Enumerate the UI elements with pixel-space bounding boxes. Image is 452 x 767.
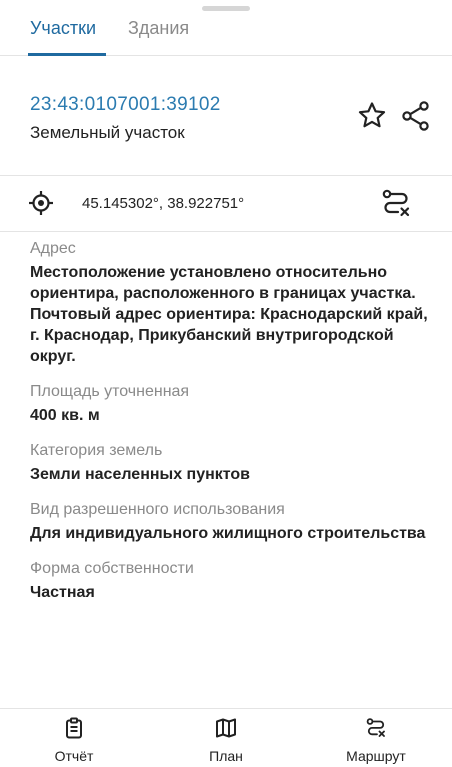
route-icon[interactable]	[380, 187, 412, 219]
report-button[interactable]: Отчёт	[14, 717, 134, 764]
route-icon	[366, 718, 385, 737]
property-list: Адрес Местоположение установлено относит…	[30, 238, 430, 617]
cadastral-number[interactable]: 23:43:0107001:39102	[30, 94, 221, 116]
star-icon[interactable]	[356, 100, 388, 132]
coordinates-text[interactable]: 45.145302°, 38.922751°	[82, 195, 244, 212]
tab-bar: Участки Здания	[0, 0, 452, 56]
clipboard-icon	[66, 717, 82, 739]
report-button-label: Отчёт	[54, 748, 94, 764]
parcel-type: Земельный участок	[30, 123, 185, 142]
share-icon[interactable]	[400, 100, 432, 132]
property-label: Категория земель	[30, 442, 163, 459]
coordinates-row: 45.145302°, 38.922751°	[0, 176, 452, 232]
tab-buildings[interactable]: Здания	[128, 18, 189, 39]
property-label: Адрес	[30, 240, 76, 257]
plan-button[interactable]: План	[166, 717, 286, 764]
property-value: Местоположение установлено относительно …	[30, 264, 428, 365]
property-land-category: Категория земель Земли населенных пункто…	[30, 440, 430, 485]
location-target-icon[interactable]	[28, 190, 54, 216]
property-label: Вид разрешенного использования	[30, 501, 285, 518]
property-value: Для индивидуального жилищного строительс…	[30, 525, 426, 542]
property-permitted-use: Вид разрешенного использования Для индив…	[30, 499, 430, 544]
parcel-header: 23:43:0107001:39102 Земельный участок	[0, 56, 452, 176]
property-label: Площадь уточненная	[30, 383, 190, 400]
property-area: Площадь уточненная 400 кв. м	[30, 381, 430, 426]
property-value: Частная	[30, 584, 95, 601]
property-label: Форма собственности	[30, 560, 194, 577]
property-value: 400 кв. м	[30, 407, 100, 424]
bottom-action-bar: Отчёт План Маршрут	[0, 708, 452, 767]
property-ownership: Форма собственности Частная	[30, 558, 430, 603]
property-address: Адрес Местоположение установлено относит…	[30, 238, 430, 367]
tab-parcels[interactable]: Участки	[30, 18, 96, 39]
plan-button-label: План	[209, 748, 243, 764]
route-button[interactable]: Маршрут	[316, 717, 436, 764]
route-button-label: Маршрут	[346, 748, 406, 764]
property-value: Земли населенных пунктов	[30, 466, 251, 483]
map-icon	[216, 718, 236, 738]
